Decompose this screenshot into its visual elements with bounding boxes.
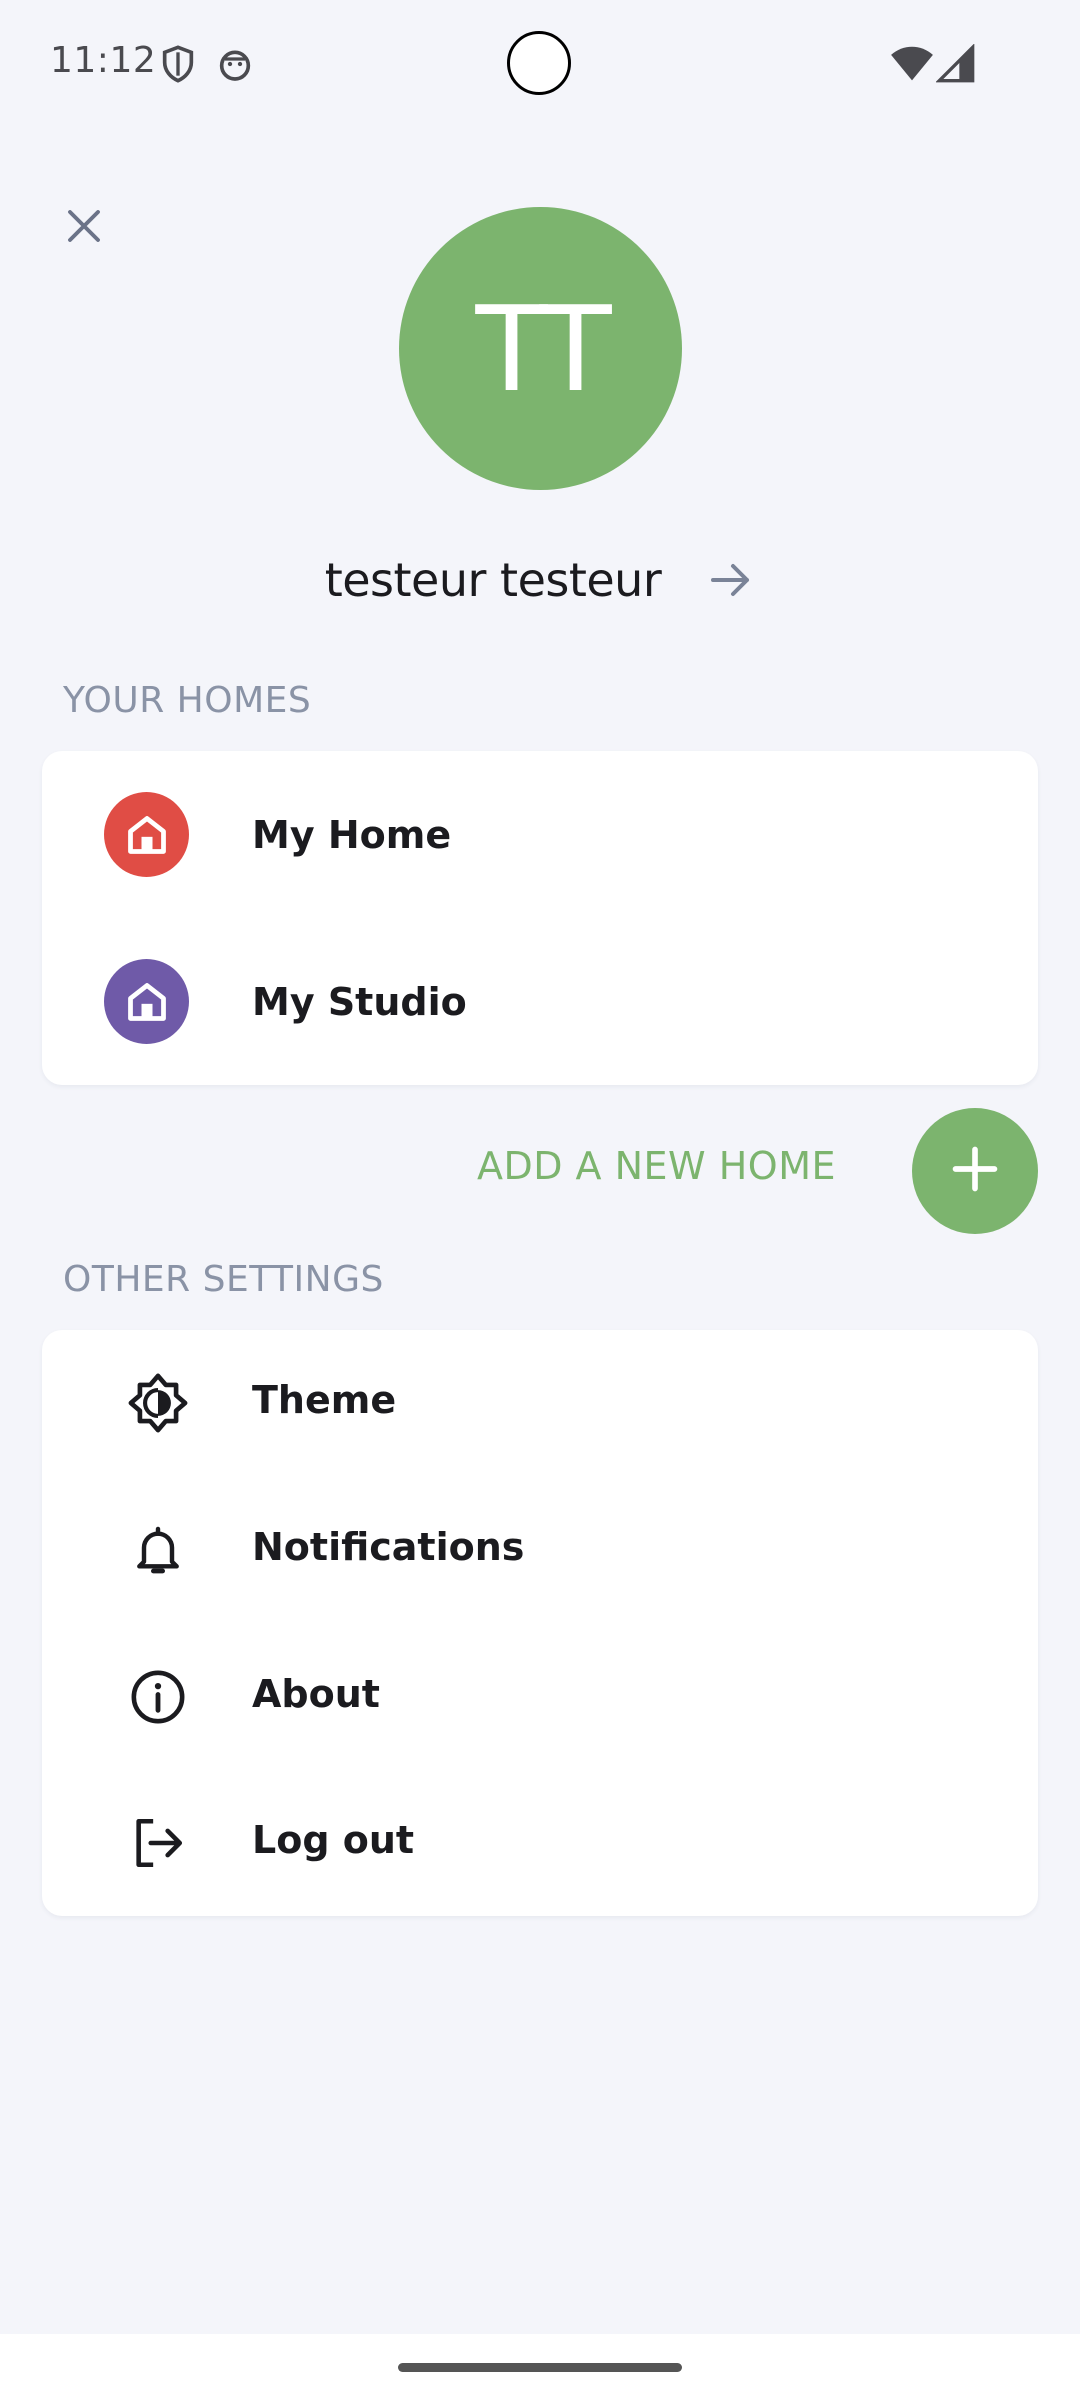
theme-brightness-icon xyxy=(122,1367,194,1439)
settings-item-logout[interactable]: Log out xyxy=(42,1770,1038,1916)
home-item-my-home[interactable]: My Home xyxy=(42,751,1038,918)
homes-section-title: YOUR HOMES xyxy=(63,680,312,721)
settings-item-label: About xyxy=(252,1672,380,1716)
profile-link[interactable]: testeur testeur xyxy=(0,545,1080,615)
bell-icon xyxy=(122,1514,194,1586)
homes-card: My Home My Studio xyxy=(42,751,1038,1085)
profile-name: testeur testeur xyxy=(324,553,662,607)
home-gesture-handle[interactable] xyxy=(398,2363,682,2372)
settings-item-notifications[interactable]: Notifications xyxy=(42,1476,1038,1623)
status-bar: 11:12 xyxy=(0,0,1080,130)
arrow-right-icon xyxy=(707,556,755,604)
cellular-signal-icon xyxy=(935,43,976,84)
home-icon xyxy=(104,792,189,877)
add-home-fab[interactable] xyxy=(912,1108,1038,1234)
status-time: 11:12 xyxy=(50,40,157,81)
add-home-button[interactable]: ADD A NEW HOME xyxy=(477,1144,836,1188)
settings-item-label: Theme xyxy=(252,1378,397,1422)
wifi-icon xyxy=(890,44,934,84)
close-button[interactable] xyxy=(48,192,120,264)
close-icon xyxy=(63,205,105,251)
android-robot-icon xyxy=(215,44,255,84)
info-icon xyxy=(122,1661,194,1733)
shield-icon xyxy=(158,44,198,84)
home-icon xyxy=(104,959,189,1044)
avatar: TT xyxy=(399,207,682,490)
home-item-label: My Home xyxy=(252,812,452,857)
logout-icon xyxy=(122,1807,194,1879)
settings-card: Theme Notifications About Log out xyxy=(42,1330,1038,1916)
settings-item-about[interactable]: About xyxy=(42,1623,1038,1770)
camera-cutout xyxy=(507,31,571,95)
settings-item-label: Notifications xyxy=(252,1525,525,1569)
avatar-initials: TT xyxy=(475,279,611,418)
settings-item-label: Log out xyxy=(252,1818,415,1862)
plus-icon xyxy=(949,1143,1001,1199)
settings-section-title: OTHER SETTINGS xyxy=(63,1259,384,1300)
home-item-my-studio[interactable]: My Studio xyxy=(42,918,1038,1085)
settings-item-theme[interactable]: Theme xyxy=(42,1330,1038,1476)
home-item-label: My Studio xyxy=(252,979,467,1024)
